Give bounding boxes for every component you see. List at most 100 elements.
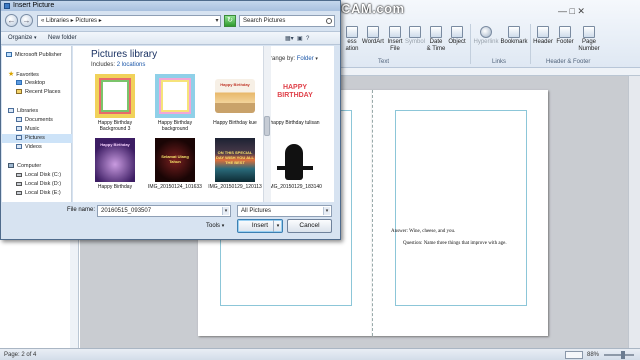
sidebar-item-documents[interactable]: Documents bbox=[2, 116, 72, 125]
page-right[interactable]: Answer: Wine, cheese, and you. Question:… bbox=[372, 90, 548, 336]
thumbnail-inner-text: HAPPY BIRTHDAY bbox=[275, 84, 315, 108]
sidebar-item-favorites[interactable]: ★ Favorites bbox=[2, 70, 72, 79]
ribbon-page-number-button[interactable]: Page Number bbox=[576, 26, 602, 53]
organize-button[interactable]: Organize ▾ bbox=[8, 35, 37, 41]
file-thumbnail[interactable]: Happy Birthday Happy Birthday kue bbox=[207, 74, 263, 126]
ribbon-footer-button[interactable]: Footer bbox=[554, 26, 576, 46]
arrange-by-dropdown[interactable]: Folder bbox=[297, 56, 314, 62]
file-list-scroll-thumb[interactable] bbox=[264, 116, 270, 136]
ribbon-separator bbox=[470, 24, 471, 64]
disk-icon bbox=[16, 172, 22, 177]
sidebar-item-libraries[interactable]: Libraries bbox=[2, 107, 72, 116]
dialog-title-bar[interactable]: Insert Picture bbox=[1, 1, 340, 11]
file-thumbnail[interactable]: Happy Birthday Background 3 bbox=[87, 74, 143, 132]
ribbon-hyperlink-button[interactable]: Hyperlink bbox=[472, 26, 500, 46]
tools-button[interactable]: Tools ▾ bbox=[206, 223, 224, 229]
search-input[interactable]: Search Pictures bbox=[239, 15, 335, 27]
file-thumbnail[interactable]: ON THIS SPECIAL DAY WISH YOU ALL THE BES… bbox=[207, 138, 263, 190]
sidebar-item-microsoft-publisher[interactable]: Microsoft Publisher bbox=[2, 51, 72, 60]
vertical-scrollbar[interactable] bbox=[628, 76, 640, 348]
sidebar-item-videos[interactable]: Videos bbox=[2, 143, 72, 152]
thumbnail-image: Happy Birthday bbox=[215, 74, 255, 118]
file-type-select[interactable]: All Pictures ▾ bbox=[237, 205, 332, 217]
sidebar-item-recent-places[interactable]: Recent Places bbox=[2, 88, 72, 97]
sidebar-item-local-disk-c[interactable]: Local Disk (C:) bbox=[2, 171, 72, 180]
zoom-slider[interactable] bbox=[604, 354, 634, 356]
sidebar-item-pictures[interactable]: Pictures bbox=[2, 134, 72, 143]
thumbnail-image bbox=[95, 74, 135, 118]
file-thumbnail[interactable]: Happy Birthday Happy Birthday bbox=[87, 138, 143, 190]
refresh-button[interactable]: ↻ bbox=[224, 15, 236, 27]
wordart-icon bbox=[367, 26, 379, 38]
sidebar-item-computer[interactable]: Computer bbox=[2, 162, 72, 171]
dialog-title: Insert Picture bbox=[13, 2, 55, 9]
ribbon-separator bbox=[530, 24, 531, 64]
insert-file-icon bbox=[389, 26, 401, 38]
cancel-button[interactable]: Cancel bbox=[287, 219, 332, 233]
preview-pane-icon[interactable]: ▣ bbox=[297, 36, 303, 42]
ribbon-presentation-button[interactable]: ess ation bbox=[342, 26, 362, 53]
ribbon-insert-file-button[interactable]: Insert File bbox=[386, 26, 404, 53]
includes-locations-link[interactable]: 2 locations bbox=[117, 62, 146, 68]
disk-icon bbox=[16, 190, 22, 195]
presentation-icon bbox=[346, 26, 358, 38]
recent-places-icon bbox=[16, 89, 22, 95]
music-icon bbox=[16, 126, 22, 132]
help-icon[interactable]: ? bbox=[306, 36, 309, 42]
margin-guide bbox=[395, 110, 527, 306]
dialog-toolbar: Organize ▾ New folder ▦▾ ▣ ? bbox=[1, 31, 340, 45]
header-icon bbox=[537, 26, 549, 38]
sidebar-item-local-disk-e[interactable]: Local Disk (E:) bbox=[2, 189, 72, 198]
insert-button[interactable]: Insert ▾ bbox=[237, 219, 283, 233]
view-mode-icon[interactable]: ▦▾ bbox=[285, 36, 294, 42]
pictures-icon bbox=[16, 135, 22, 141]
ribbon-symbol-button[interactable]: Symbol bbox=[404, 26, 426, 46]
sidebar-item-music[interactable]: Music bbox=[2, 125, 72, 134]
question-text[interactable]: Question: Name three things that improve… bbox=[403, 240, 525, 247]
address-dropdown-icon[interactable]: ▾ bbox=[213, 16, 221, 26]
sidebar-item-label: Local Disk (E:) bbox=[25, 190, 61, 196]
file-thumbnail[interactable]: HAPPY BIRTHDAY happy Birthday tulisan bbox=[267, 74, 323, 126]
thumbnail-image: Happy Birthday bbox=[95, 138, 135, 182]
file-thumbnail[interactable]: Selamat Ulang Tahun IMG_20150124_101633 bbox=[147, 138, 203, 190]
page-indicator[interactable]: Page: 2 of 4 bbox=[4, 352, 36, 358]
answer-text[interactable]: Answer: Wine, cheese, and you. bbox=[391, 228, 531, 235]
insert-picture-dialog: Insert Picture ← → « Libraries ▸ Picture… bbox=[0, 0, 341, 240]
videos-icon bbox=[16, 144, 22, 150]
window-controls[interactable]: — □ ✕ bbox=[558, 6, 585, 17]
ribbon-button-sublabel: File bbox=[390, 46, 400, 52]
zoom-level[interactable]: 88% bbox=[587, 352, 599, 358]
ribbon-button-label: Hyperlink bbox=[473, 39, 499, 45]
view-options[interactable]: ▦▾ ▣ ? bbox=[285, 35, 309, 42]
sidebar-item-label: Documents bbox=[25, 117, 53, 123]
sidebar-item-local-disk-d[interactable]: Local Disk (D:) bbox=[2, 180, 72, 189]
sidebar-item-label: Microsoft Publisher bbox=[15, 52, 62, 58]
thumbnail-caption: IMG_20150129_120113 bbox=[208, 184, 262, 190]
sidebar-item-label: Favorites bbox=[16, 71, 39, 78]
search-placeholder: Search Pictures bbox=[243, 18, 286, 24]
insert-options-chevron-icon[interactable]: ▾ bbox=[273, 220, 282, 232]
bookmark-icon bbox=[508, 26, 520, 38]
new-folder-button[interactable]: New folder bbox=[48, 35, 77, 41]
ribbon-header-button[interactable]: Header bbox=[532, 26, 554, 46]
file-thumbnail[interactable]: Happy Birthday background bbox=[147, 74, 203, 132]
thumbnail-caption: Happy Birthday kue bbox=[213, 120, 257, 126]
ribbon-object-button[interactable]: Object bbox=[446, 26, 468, 46]
view-layout-icon[interactable] bbox=[565, 351, 583, 359]
insert-label: Insert bbox=[251, 222, 269, 229]
back-button[interactable]: ← bbox=[5, 14, 18, 27]
chevron-down-icon[interactable]: ▾ bbox=[323, 207, 330, 215]
ribbon-button-sublabel: ation bbox=[345, 46, 359, 52]
ribbon-wordart-button[interactable]: WordArt bbox=[361, 26, 385, 46]
chevron-down-icon[interactable]: ▾ bbox=[222, 207, 229, 215]
ribbon-date-time-button[interactable]: Date & Time bbox=[426, 26, 446, 53]
status-bar: Page: 2 of 4 88% bbox=[0, 348, 640, 360]
file-name-input[interactable]: 20160515_093507 ▾ bbox=[97, 205, 231, 217]
zoom-slider-handle[interactable] bbox=[621, 351, 625, 359]
sidebar-item-label: Computer bbox=[17, 163, 42, 169]
file-thumbnail[interactable]: IMG_20150129_183140 bbox=[267, 138, 323, 190]
address-breadcrumb[interactable]: « Libraries ▸ Pictures ▸ bbox=[37, 15, 221, 27]
forward-button[interactable]: → bbox=[20, 14, 33, 27]
ribbon-bookmark-button[interactable]: Bookmark bbox=[500, 26, 528, 46]
sidebar-item-desktop[interactable]: Desktop bbox=[2, 79, 72, 88]
